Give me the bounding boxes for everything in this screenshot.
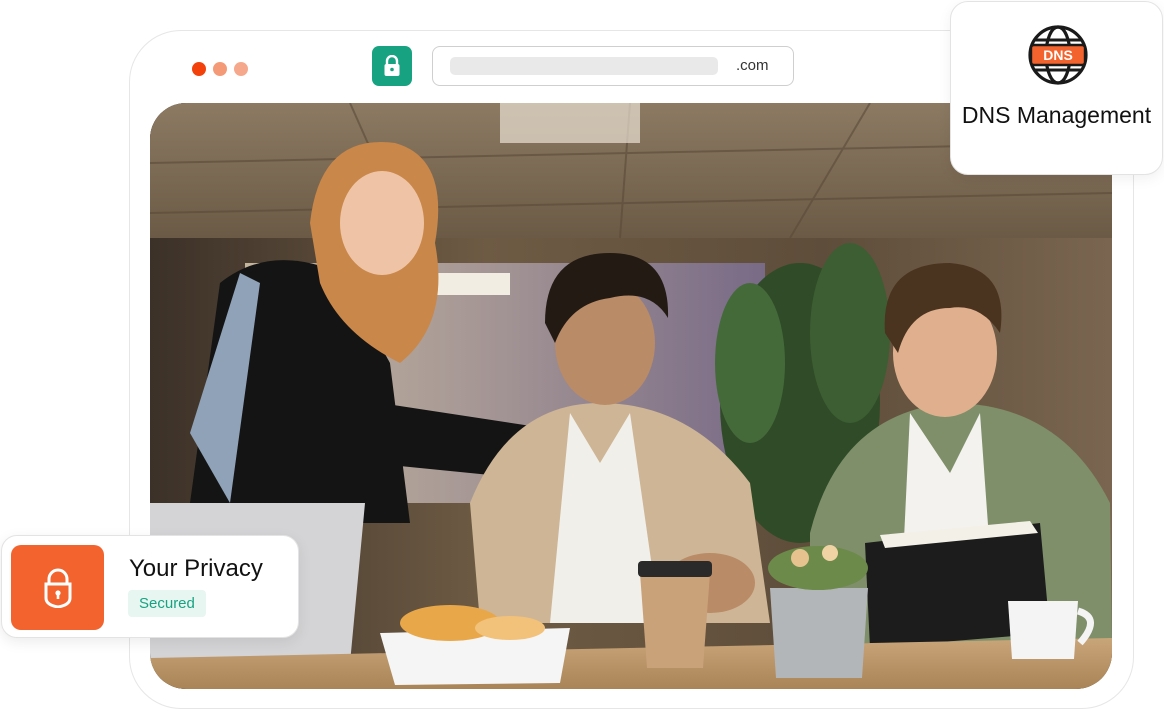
globe-dns-icon: DNS [1028, 25, 1088, 85]
url-tld: .com [736, 57, 769, 74]
privacy-card[interactable]: Your Privacy Secured [1, 535, 299, 638]
dns-management-label: DNS Management [961, 102, 1152, 128]
privacy-icon-box [11, 545, 104, 630]
address-bar[interactable]: .com [432, 46, 794, 86]
maximize-dot[interactable] [234, 62, 248, 76]
privacy-title: Your Privacy [129, 555, 263, 582]
secure-lock-badge [372, 46, 412, 86]
dns-icon-text: DNS [1043, 47, 1073, 63]
minimize-dot[interactable] [213, 62, 227, 76]
window-controls [192, 62, 248, 76]
padlock-icon [44, 568, 71, 608]
secured-status-badge: Secured [128, 590, 206, 617]
url-placeholder-bar [450, 57, 718, 75]
padlock-icon [384, 55, 400, 76]
close-dot[interactable] [192, 62, 206, 76]
dns-management-card[interactable]: DNS DNS Management [950, 1, 1163, 175]
